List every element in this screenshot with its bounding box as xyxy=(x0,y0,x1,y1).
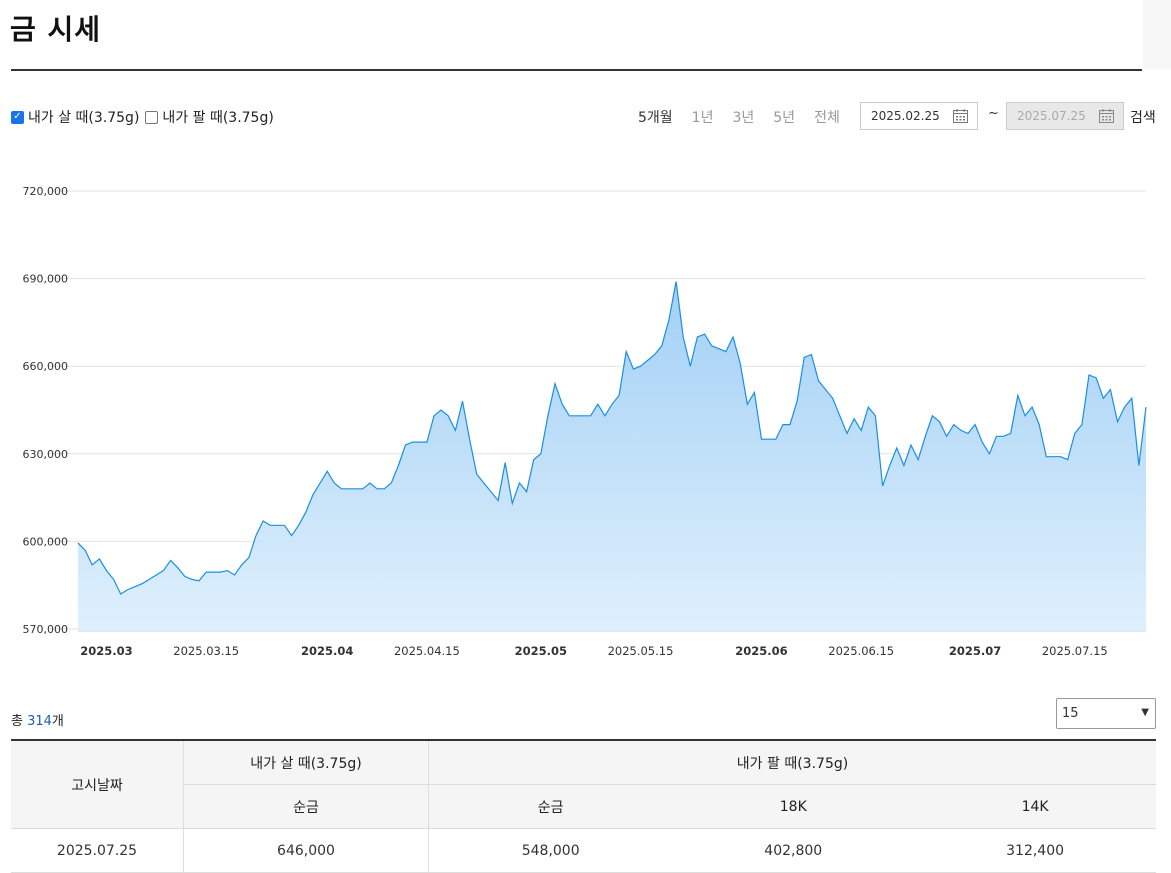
total-count: 총 314개 xyxy=(11,710,64,729)
x-tick-label: 2025.04 xyxy=(301,644,353,658)
date-from-value: 2025.02.25 xyxy=(871,109,940,123)
buy-checkbox[interactable]: ✓ xyxy=(11,110,24,124)
period-tabs: 5개월 1년 3년 5년 전체 xyxy=(638,107,859,127)
period-3years[interactable]: 3년 xyxy=(732,107,754,127)
y-tick-label: 600,000 xyxy=(23,535,69,548)
search-button[interactable]: 검색 xyxy=(1130,107,1156,127)
x-tick-label: 2025.03 xyxy=(80,644,132,658)
calendar-icon[interactable] xyxy=(1099,109,1114,123)
calendar-icon[interactable] xyxy=(953,109,968,123)
y-tick-label: 630,000 xyxy=(23,448,69,461)
date-to-field[interactable]: 2025.07.25 xyxy=(1006,102,1124,130)
period-all[interactable]: 전체 xyxy=(814,107,840,127)
col-sell-pure-header: 순금 xyxy=(428,784,673,829)
x-tick-label: 2025.07 xyxy=(949,644,1001,658)
x-tick-label: 2025.05 xyxy=(515,644,567,658)
date-range-separator: ~ xyxy=(988,106,999,121)
chevron-down-icon: ▼ xyxy=(1141,707,1149,718)
x-axis: 2025.03 2025.03.15 2025.04 2025.04.15 2025.0… xyxy=(80,644,1107,658)
cell-sell-14k: 312,400 xyxy=(914,828,1156,873)
title-divider xyxy=(11,69,1142,71)
buy-checkbox-label: 내가 살 때(3.75g) xyxy=(28,110,140,126)
cell-date: 2025.07.25 xyxy=(11,828,184,873)
col-sell-18k-header: 18K xyxy=(672,784,915,829)
series-area xyxy=(78,281,1146,631)
x-tick-label: 2025.07.15 xyxy=(1042,644,1108,658)
buy-series-toggle[interactable]: ✓ 내가 살 때(3.75g) xyxy=(11,107,139,127)
y-tick-label: 570,000 xyxy=(23,623,69,636)
col-sell-14k-header: 14K xyxy=(914,784,1156,829)
cell-buy-pure: 646,000 xyxy=(183,828,429,873)
cell-sell-18k: 402,800 xyxy=(672,828,915,873)
gold-price-chart[interactable]: 720,000 690,000 660,000 630,000 600,000 570,0… xyxy=(0,170,1171,670)
scrollbar-track[interactable] xyxy=(1143,0,1171,69)
date-from-field[interactable]: 2025.02.25 xyxy=(860,102,978,130)
x-tick-label: 2025.05.15 xyxy=(608,644,674,658)
col-buy-group-header: 내가 살 때(3.75g) xyxy=(183,739,429,785)
period-5months[interactable]: 5개월 xyxy=(638,107,673,127)
page-title: 금 시세 xyxy=(10,13,102,46)
total-prefix: 총 xyxy=(11,714,28,729)
page-size-select[interactable]: 15 ▼ xyxy=(1056,698,1156,729)
y-axis: 720,000 690,000 660,000 630,000 600,000 570,0… xyxy=(23,185,69,636)
table-row: 2025.07.25 646,000 548,000 402,800 312,4… xyxy=(11,828,1156,873)
total-number: 314 xyxy=(27,714,52,729)
y-tick-label: 660,000 xyxy=(23,360,69,373)
price-table: 고시날짜 내가 살 때(3.75g) 내가 팔 때(3.75g) 순금 순금 1… xyxy=(11,739,1156,873)
x-tick-label: 2025.06.15 xyxy=(828,644,894,658)
date-to-value: 2025.07.25 xyxy=(1017,109,1086,123)
period-1year[interactable]: 1년 xyxy=(692,107,714,127)
col-sell-group-header: 내가 팔 때(3.75g) xyxy=(428,739,1156,785)
page-size-value: 15 xyxy=(1062,706,1079,721)
sell-series-toggle[interactable]: 내가 팔 때(3.75g) xyxy=(145,107,274,127)
y-tick-label: 690,000 xyxy=(23,273,69,286)
x-tick-label: 2025.04.15 xyxy=(394,644,460,658)
total-suffix: 개 xyxy=(51,714,64,729)
sell-checkbox-label: 내가 팔 때(3.75g) xyxy=(162,110,274,126)
cell-sell-pure: 548,000 xyxy=(428,828,673,873)
period-5years[interactable]: 5년 xyxy=(773,107,795,127)
sell-checkbox[interactable] xyxy=(145,110,159,124)
col-date-header: 고시날짜 xyxy=(11,739,184,829)
y-tick-label: 720,000 xyxy=(23,185,69,198)
x-tick-label: 2025.03.15 xyxy=(173,644,239,658)
series-filter: ✓ 내가 살 때(3.75g) 내가 팔 때(3.75g) xyxy=(11,107,280,127)
x-tick-label: 2025.06 xyxy=(735,644,787,658)
col-buy-pure-header: 순금 xyxy=(183,784,429,829)
